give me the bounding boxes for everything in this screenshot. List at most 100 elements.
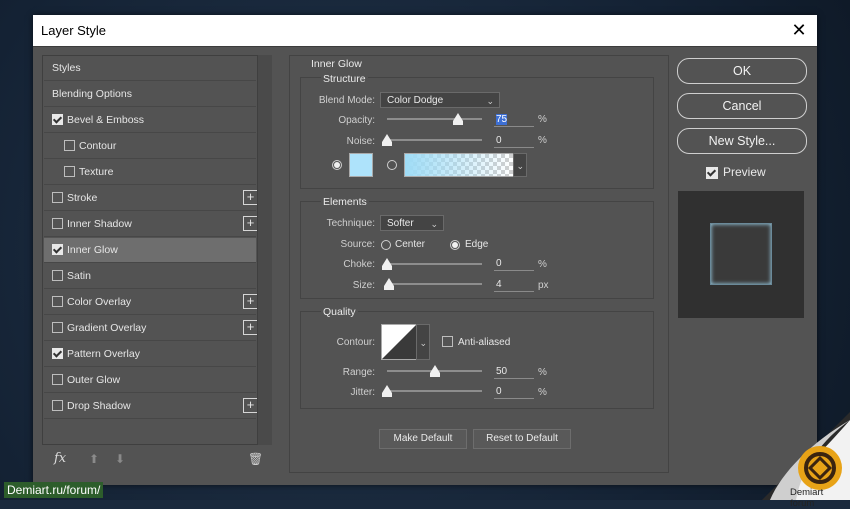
style-checkbox[interactable] — [52, 348, 63, 359]
anti-aliased-checkbox[interactable] — [442, 336, 453, 347]
add-style-icon[interactable]: + — [243, 216, 258, 231]
style-item-label: Gradient Overlay — [67, 322, 147, 334]
range-input[interactable]: 50 — [494, 365, 534, 379]
gradient-radio[interactable] — [387, 160, 397, 170]
cancel-button[interactable]: Cancel — [677, 93, 807, 119]
preview-label: Preview — [723, 165, 766, 179]
blend-mode-value: Color Dodge — [387, 95, 444, 106]
size-input[interactable]: 4 — [494, 278, 534, 292]
style-item-label: Blending Options — [52, 88, 132, 100]
title-bar: Layer Style ✕ — [33, 15, 817, 47]
opacity-slider[interactable] — [387, 113, 482, 125]
solid-color-radio[interactable] — [332, 160, 342, 170]
style-item-label: Outer Glow — [67, 374, 121, 386]
technique-select[interactable]: Softer ⌄ — [380, 215, 444, 231]
style-item-color-overlay[interactable]: Color Overlay + — [44, 290, 258, 315]
jitter-slider[interactable] — [382, 385, 482, 397]
choke-slider[interactable] — [382, 258, 482, 270]
fx-icon[interactable]: fx — [54, 451, 66, 466]
choke-input[interactable]: 0 — [494, 257, 534, 271]
style-item-label: Color Overlay — [67, 296, 132, 308]
move-up-icon[interactable]: ⬆ — [89, 452, 99, 466]
contour-curve-icon — [382, 325, 416, 359]
move-down-icon[interactable]: ⬇ — [115, 452, 125, 466]
style-item-label: Inner Glow — [67, 244, 118, 256]
gradient-picker-button[interactable]: ⌄ — [513, 153, 527, 177]
chevron-down-icon: ⌄ — [430, 219, 438, 229]
style-item-inner-shadow[interactable]: Inner Shadow + — [44, 212, 258, 237]
contour-preview[interactable] — [381, 324, 417, 360]
chevron-down-icon: ⌄ — [486, 96, 494, 106]
new-style-button[interactable]: New Style... — [677, 128, 807, 154]
style-checkbox[interactable] — [52, 114, 63, 125]
glow-gradient-swatch[interactable] — [404, 153, 514, 177]
style-checkbox[interactable] — [52, 400, 63, 411]
add-style-icon[interactable]: + — [243, 190, 258, 205]
range-slider-thumb[interactable] — [429, 365, 440, 377]
source-center-radio[interactable] — [381, 240, 391, 250]
style-item-bevel-emboss[interactable]: Bevel & Emboss — [44, 108, 256, 133]
style-item-label: Satin — [67, 270, 91, 282]
jitter-slider-thumb[interactable] — [382, 385, 392, 397]
add-style-icon[interactable]: + — [243, 320, 258, 335]
size-slider[interactable] — [383, 278, 482, 290]
anti-aliased-label: Anti-aliased — [458, 337, 511, 348]
opacity-slider-thumb[interactable] — [453, 113, 464, 125]
noise-slider-thumb[interactable] — [382, 134, 392, 146]
reset-to-default-button[interactable]: Reset to Default — [473, 429, 571, 449]
styles-list-scrollbar[interactable] — [257, 55, 272, 445]
jitter-input[interactable]: 0 — [494, 385, 534, 399]
elements-group: Elements Technique: Softer ⌄ Source: Cen… — [300, 196, 654, 299]
opacity-input[interactable]: 75 — [494, 113, 534, 127]
size-slider-thumb[interactable] — [383, 278, 394, 290]
ok-button[interactable]: OK — [677, 58, 807, 84]
noise-label: Noise: — [346, 136, 375, 147]
preview-checkbox[interactable] — [706, 167, 718, 179]
style-checkbox[interactable] — [52, 218, 63, 229]
noise-unit: % — [538, 135, 547, 146]
add-style-icon[interactable]: + — [243, 294, 258, 309]
structure-title: Structure — [321, 73, 368, 85]
contour-label: Contour: — [336, 337, 375, 348]
style-item-blending-options[interactable]: Blending Options — [44, 82, 256, 107]
style-item-outer-glow[interactable]: Outer Glow — [44, 368, 256, 393]
close-icon[interactable]: ✕ — [789, 20, 809, 40]
style-checkbox[interactable] — [52, 270, 63, 281]
jitter-label: Jitter: — [350, 387, 375, 398]
noise-input[interactable]: 0 — [494, 134, 534, 148]
style-checkbox[interactable] — [52, 244, 63, 255]
source-edge-radio[interactable] — [450, 240, 460, 250]
trash-icon[interactable]: 🗑 — [248, 452, 263, 466]
style-item-label: Stroke — [67, 192, 98, 204]
make-default-button[interactable]: Make Default — [379, 429, 467, 449]
style-checkbox[interactable] — [52, 192, 63, 203]
style-item-styles[interactable]: Styles — [44, 56, 256, 81]
style-item-label: Inner Shadow — [67, 218, 132, 230]
quality-title: Quality — [321, 306, 358, 318]
contour-picker-button[interactable]: ⌄ — [416, 324, 430, 360]
dialog-title: Layer Style — [41, 23, 107, 38]
range-slider[interactable] — [387, 365, 482, 377]
style-item-texture[interactable]: Texture — [44, 160, 256, 185]
glow-color-swatch[interactable] — [349, 153, 373, 177]
choke-slider-thumb[interactable] — [382, 258, 392, 270]
style-checkbox[interactable] — [64, 140, 75, 151]
style-checkbox[interactable] — [52, 374, 63, 385]
add-style-icon[interactable]: + — [243, 398, 258, 413]
style-item-pattern-overlay[interactable]: Pattern Overlay — [44, 342, 256, 367]
style-item-inner-glow[interactable]: Inner Glow — [44, 238, 256, 263]
style-item-contour[interactable]: Contour — [44, 134, 256, 159]
style-item-drop-shadow[interactable]: Drop Shadow + — [44, 394, 258, 419]
style-checkbox[interactable] — [64, 166, 75, 177]
style-checkbox[interactable] — [52, 296, 63, 307]
style-item-satin[interactable]: Satin — [44, 264, 256, 289]
style-item-stroke[interactable]: Stroke + — [44, 186, 258, 211]
noise-slider[interactable] — [382, 134, 482, 146]
layer-style-dialog: Layer Style ✕ Styles Blending Options Beve… — [33, 15, 817, 485]
style-checkbox[interactable] — [52, 322, 63, 333]
jitter-unit: % — [538, 387, 547, 398]
forum-label: Demiart forum — [790, 487, 824, 509]
style-item-gradient-overlay[interactable]: Gradient Overlay + — [44, 316, 258, 341]
blend-mode-select[interactable]: Color Dodge ⌄ — [380, 92, 500, 108]
size-label: Size: — [352, 280, 375, 291]
